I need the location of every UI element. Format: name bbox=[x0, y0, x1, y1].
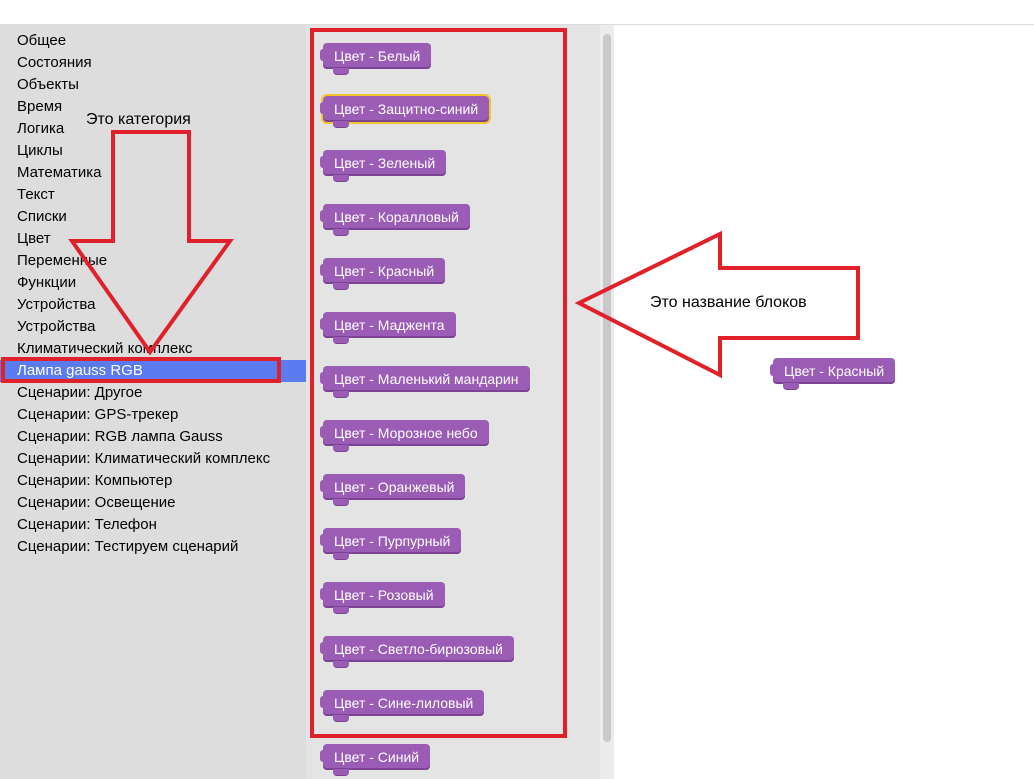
block-color-green[interactable]: Цвет - Зеленый bbox=[320, 150, 447, 181]
block-label: Цвет - Маджента bbox=[334, 317, 445, 333]
block-flyout bbox=[306, 25, 614, 779]
block-color-orange[interactable]: Цвет - Оранжевый bbox=[320, 474, 466, 505]
category-variables[interactable]: Переменные bbox=[0, 250, 306, 272]
category-devices-2[interactable]: Устройства bbox=[0, 316, 306, 338]
category-scenarios-other[interactable]: Сценарии: Другое bbox=[0, 382, 306, 404]
block-color-light-turquoise[interactable]: Цвет - Светло-бирюзовый bbox=[320, 636, 514, 667]
category-scenarios-phone[interactable]: Сценарии: Телефон bbox=[0, 514, 306, 536]
category-scenarios-rgb-lamp[interactable]: Сценарии: RGB лампа Gauss bbox=[0, 426, 306, 448]
category-general[interactable]: Общее bbox=[0, 30, 306, 52]
block-label: Цвет - Сине-лиловый bbox=[334, 695, 474, 711]
block-label: Цвет - Коралловый bbox=[334, 209, 459, 225]
block-color-blue-violet[interactable]: Цвет - Сине-лиловый bbox=[320, 690, 485, 721]
block-color-magenta[interactable]: Цвет - Маджента bbox=[320, 312, 456, 343]
block-color-coral[interactable]: Цвет - Коралловый bbox=[320, 204, 470, 235]
top-bar bbox=[0, 0, 1034, 25]
block-label: Цвет - Красный bbox=[784, 363, 885, 379]
category-text[interactable]: Текст bbox=[0, 184, 306, 206]
category-functions[interactable]: Функции bbox=[0, 272, 306, 294]
block-label: Цвет - Пурпурный bbox=[334, 533, 451, 549]
flyout-scrollbar-thumb[interactable] bbox=[603, 34, 611, 742]
blocks-annotation-label: Это название блоков bbox=[650, 294, 807, 311]
category-states[interactable]: Состояния bbox=[0, 52, 306, 74]
category-climate-complex[interactable]: Климатический комплекс bbox=[0, 338, 306, 360]
category-scenarios-climate[interactable]: Сценарии: Климатический комплекс bbox=[0, 448, 306, 470]
category-scenarios-test[interactable]: Сценарии: Тестируем сценарий bbox=[0, 536, 306, 558]
block-label: Цвет - Розовый bbox=[334, 587, 434, 603]
workspace-block-color-red[interactable]: Цвет - Красный bbox=[770, 358, 896, 389]
block-label: Цвет - Синий bbox=[334, 749, 420, 765]
category-loops[interactable]: Циклы bbox=[0, 140, 306, 162]
block-color-blue[interactable]: Цвет - Синий bbox=[320, 744, 431, 775]
block-label: Цвет - Защитно-синий bbox=[334, 101, 479, 117]
category-scenarios-lighting[interactable]: Сценарии: Освещение bbox=[0, 492, 306, 514]
category-objects[interactable]: Объекты bbox=[0, 74, 306, 96]
category-lists[interactable]: Списки bbox=[0, 206, 306, 228]
block-color-red[interactable]: Цвет - Красный bbox=[320, 258, 446, 289]
category-lamp-gauss-rgb[interactable]: Лампа gauss RGB bbox=[0, 360, 306, 382]
category-annotation-label: Это категория bbox=[86, 111, 191, 128]
category-color[interactable]: Цвет bbox=[0, 228, 306, 250]
category-list: Общее Состояния Объекты Время Логика Цик… bbox=[0, 30, 306, 558]
block-label: Цвет - Светло-бирюзовый bbox=[334, 641, 503, 657]
block-label: Цвет - Белый bbox=[334, 48, 421, 64]
block-color-purple[interactable]: Цвет - Пурпурный bbox=[320, 528, 462, 559]
block-color-protective-blue[interactable]: Цвет - Защитно-синий bbox=[320, 94, 492, 127]
block-color-small-tangerine[interactable]: Цвет - Маленький мандарин bbox=[320, 366, 530, 397]
category-scenarios-gps[interactable]: Сценарии: GPS-трекер bbox=[0, 404, 306, 426]
block-label: Цвет - Зеленый bbox=[334, 155, 436, 171]
category-scenarios-computer[interactable]: Сценарии: Компьютер bbox=[0, 470, 306, 492]
block-label: Цвет - Маленький мандарин bbox=[334, 371, 519, 387]
block-color-pink[interactable]: Цвет - Розовый bbox=[320, 582, 445, 613]
block-color-frosty-sky[interactable]: Цвет - Морозное небо bbox=[320, 420, 489, 451]
block-label: Цвет - Красный bbox=[334, 263, 435, 279]
category-math[interactable]: Математика bbox=[0, 162, 306, 184]
block-label: Цвет - Морозное небо bbox=[334, 425, 478, 441]
category-devices[interactable]: Устройства bbox=[0, 294, 306, 316]
block-color-white[interactable]: Цвет - Белый bbox=[320, 43, 432, 74]
block-label: Цвет - Оранжевый bbox=[334, 479, 455, 495]
